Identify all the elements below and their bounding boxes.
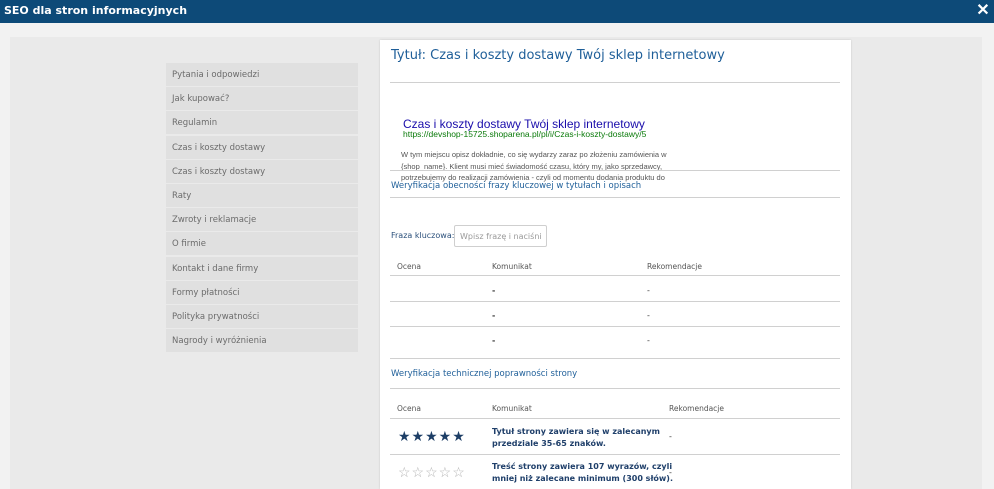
modal-titlebar: SEO dla stron informacyjnych ✕ xyxy=(0,0,994,23)
sidebar-item-faq[interactable]: Pytania i odpowiedzi xyxy=(166,63,358,86)
divider xyxy=(390,82,840,83)
page-title: Tytuł: Czas i koszty dostawy Twój sklep … xyxy=(391,48,725,63)
divider xyxy=(390,388,840,389)
technical-section-title: Weryfikacja technicznej poprawności stro… xyxy=(391,369,578,379)
col-header-recommendations: Rekomendacje xyxy=(647,262,703,271)
divider xyxy=(390,275,840,276)
divider xyxy=(390,301,840,302)
col-header-message: Komunikat xyxy=(492,404,532,413)
keyword-row-3-message: - xyxy=(492,336,496,345)
divider xyxy=(390,358,840,359)
close-icon[interactable]: ✕ xyxy=(976,2,990,20)
sidebar-item-payment[interactable]: Formy płatności xyxy=(166,280,358,304)
rating-stars-empty: ☆☆☆☆☆ xyxy=(398,464,466,480)
divider xyxy=(390,170,840,171)
col-header-rating: Ocena xyxy=(397,262,421,271)
sidebar-item-awards[interactable]: Nagrody i wyróżnienia xyxy=(166,329,358,353)
sidebar-item-privacy[interactable]: Polityka prywatności xyxy=(166,304,358,328)
modal-title: SEO dla stron informacyjnych xyxy=(4,4,188,17)
divider xyxy=(390,197,840,198)
sidebar-item-returns[interactable]: Zwroty i reklamacje xyxy=(166,208,358,232)
sidebar-item-how-to-buy[interactable]: Jak kupować? xyxy=(166,87,358,111)
keyword-label: Fraza kluczowa: xyxy=(391,231,455,240)
sidebar-item-contact[interactable]: Kontakt i dane firmy xyxy=(166,256,358,280)
divider xyxy=(390,418,840,419)
technical-row-2-message: Treść strony zawiera 107 wyrazów, czyli … xyxy=(492,462,673,483)
sidebar-item-terms[interactable]: Regulamin xyxy=(166,111,358,135)
rating-stars-full: ★★★★★ xyxy=(398,428,466,444)
divider xyxy=(390,326,840,327)
keyword-input[interactable] xyxy=(454,225,547,247)
serp-preview-url: https://devshop-15725.shoparena.pl/pl/i/… xyxy=(403,129,647,139)
seo-panel: Tytuł: Czas i koszty dostawy Twój sklep … xyxy=(380,40,851,489)
keyword-row-1-recommendation: - xyxy=(647,286,650,295)
col-header-recommendations: Rekomendacje xyxy=(669,404,725,413)
technical-row-2-recommendation: - xyxy=(669,468,672,477)
col-header-message: Komunikat xyxy=(492,262,532,271)
sidebar-item-delivery[interactable]: Czas i koszty dostawy xyxy=(166,135,358,159)
keyword-section-title: Weryfikacja obecności frazy kluczowej w … xyxy=(391,181,642,191)
keyword-row-2-recommendation: - xyxy=(647,311,650,320)
serp-preview-description: W tym miejscu opisz dokładnie, co się wy… xyxy=(401,150,667,182)
modal-body: Pytania i odpowiedzi Jak kupować? Regula… xyxy=(0,23,994,489)
sidebar-item-installments[interactable]: Raty xyxy=(166,183,358,207)
keyword-row-3-recommendation: - xyxy=(647,336,650,345)
sidebar-item-delivery-2[interactable]: Czas i koszty dostawy xyxy=(166,159,358,183)
divider xyxy=(390,454,840,455)
technical-row-1-message: Tytuł strony zawiera się w zalecanym prz… xyxy=(492,427,660,448)
sidebar-pages: Pytania i odpowiedzi Jak kupować? Regula… xyxy=(166,63,358,353)
col-header-rating: Ocena xyxy=(397,404,421,413)
keyword-row-1-message: - xyxy=(492,286,496,295)
technical-row-1-recommendation: - xyxy=(669,432,672,441)
sidebar-item-about[interactable]: O firmie xyxy=(166,232,358,256)
keyword-row-2-message: - xyxy=(492,311,496,320)
